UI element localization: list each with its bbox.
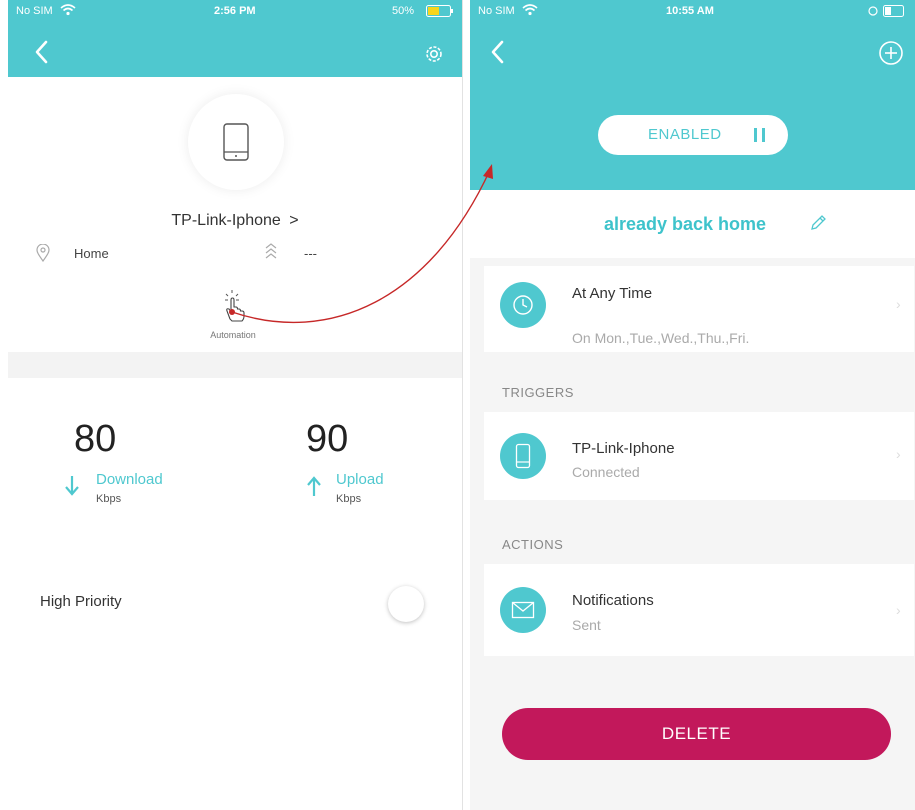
battery-percent: 50% — [392, 5, 415, 17]
action-title: Notifications — [572, 592, 654, 609]
wifi-icon — [522, 4, 538, 16]
action-card[interactable]: Notifications Sent › — [484, 564, 914, 656]
action-status: Sent — [572, 617, 601, 633]
chevron-right-icon: › — [896, 446, 901, 462]
high-priority-label: High Priority — [40, 593, 122, 610]
location-pin-icon — [36, 244, 50, 262]
location-text: Home — [74, 246, 109, 261]
upload-label: Upload — [336, 471, 384, 488]
trigger-title: TP-Link-Iphone — [572, 440, 675, 457]
device-avatar — [188, 94, 284, 190]
schedule-card[interactable]: At Any Time On Mon.,Tue.,Wed.,Thu.,Fri. … — [484, 266, 914, 352]
envelope-icon — [500, 587, 546, 633]
status-time: 10:55 AM — [666, 5, 714, 17]
delete-button[interactable]: DELETE — [502, 708, 891, 760]
delete-label: DELETE — [661, 724, 732, 743]
device-name-text: TP-Link-Iphone — [171, 212, 281, 229]
gear-icon[interactable] — [422, 42, 446, 66]
automation-name: already back home — [603, 214, 767, 234]
back-arrow-icon[interactable] — [32, 38, 52, 66]
battery-icon — [426, 5, 453, 17]
clock-icon — [500, 282, 546, 328]
up-arrow-icon — [307, 476, 321, 496]
add-circle-icon[interactable] — [878, 40, 904, 66]
pencil-icon[interactable] — [809, 214, 827, 232]
schedule-days: On Mon.,Tue.,Wed.,Thu.,Fri. — [572, 330, 750, 346]
chevron-right-icon: > — [289, 212, 299, 229]
client-header: No SIM 2:56 PM 50% — [8, 0, 462, 77]
carrier-text: No SIM — [16, 5, 53, 17]
phone-icon — [500, 433, 546, 479]
back-arrow-icon[interactable] — [488, 38, 508, 66]
down-arrow-icon — [65, 476, 79, 496]
pause-icon — [754, 128, 766, 142]
enabled-toggle-button[interactable]: ENABLED — [598, 115, 788, 155]
status-bar: No SIM 2:56 PM 50% — [8, 0, 462, 22]
automation-header: No SIM 10:55 AM ENABLED — [470, 0, 915, 190]
signal-icon — [265, 243, 277, 259]
download-value: 80 — [74, 418, 117, 460]
download-unit: Kbps — [96, 493, 122, 505]
upload-value: 90 — [306, 418, 349, 460]
section-divider — [8, 352, 462, 378]
enabled-label: ENABLED — [648, 126, 722, 143]
tap-hand-icon — [225, 290, 245, 322]
high-priority-toggle[interactable] — [388, 586, 424, 622]
download-label: Download — [96, 471, 163, 488]
chevron-right-icon: › — [896, 602, 901, 618]
trigger-status: Connected — [572, 464, 640, 480]
trigger-card[interactable]: TP-Link-Iphone Connected › — [484, 412, 914, 500]
actions-heading: ACTIONS — [502, 537, 564, 552]
client-detail-screen: No SIM 2:56 PM 50% TP-Link-Iphone > Home… — [8, 0, 463, 810]
signal-value: --- — [304, 246, 317, 261]
triggers-heading: TRIGGERS — [502, 385, 574, 400]
phone-icon — [223, 123, 249, 161]
device-name-link[interactable]: TP-Link-Iphone > — [8, 212, 462, 230]
battery-icon — [868, 5, 904, 17]
status-bar: No SIM 10:55 AM — [470, 0, 915, 22]
status-time: 2:56 PM — [214, 5, 256, 17]
schedule-title: At Any Time — [572, 285, 653, 302]
automation-label: Automation — [210, 330, 256, 340]
wifi-icon — [60, 4, 76, 16]
automation-detail-screen: No SIM 10:55 AM ENABLED already back hom… — [470, 0, 915, 810]
carrier-text: No SIM — [478, 5, 515, 17]
chevron-right-icon: › — [896, 296, 901, 312]
upload-unit: Kbps — [336, 493, 362, 505]
